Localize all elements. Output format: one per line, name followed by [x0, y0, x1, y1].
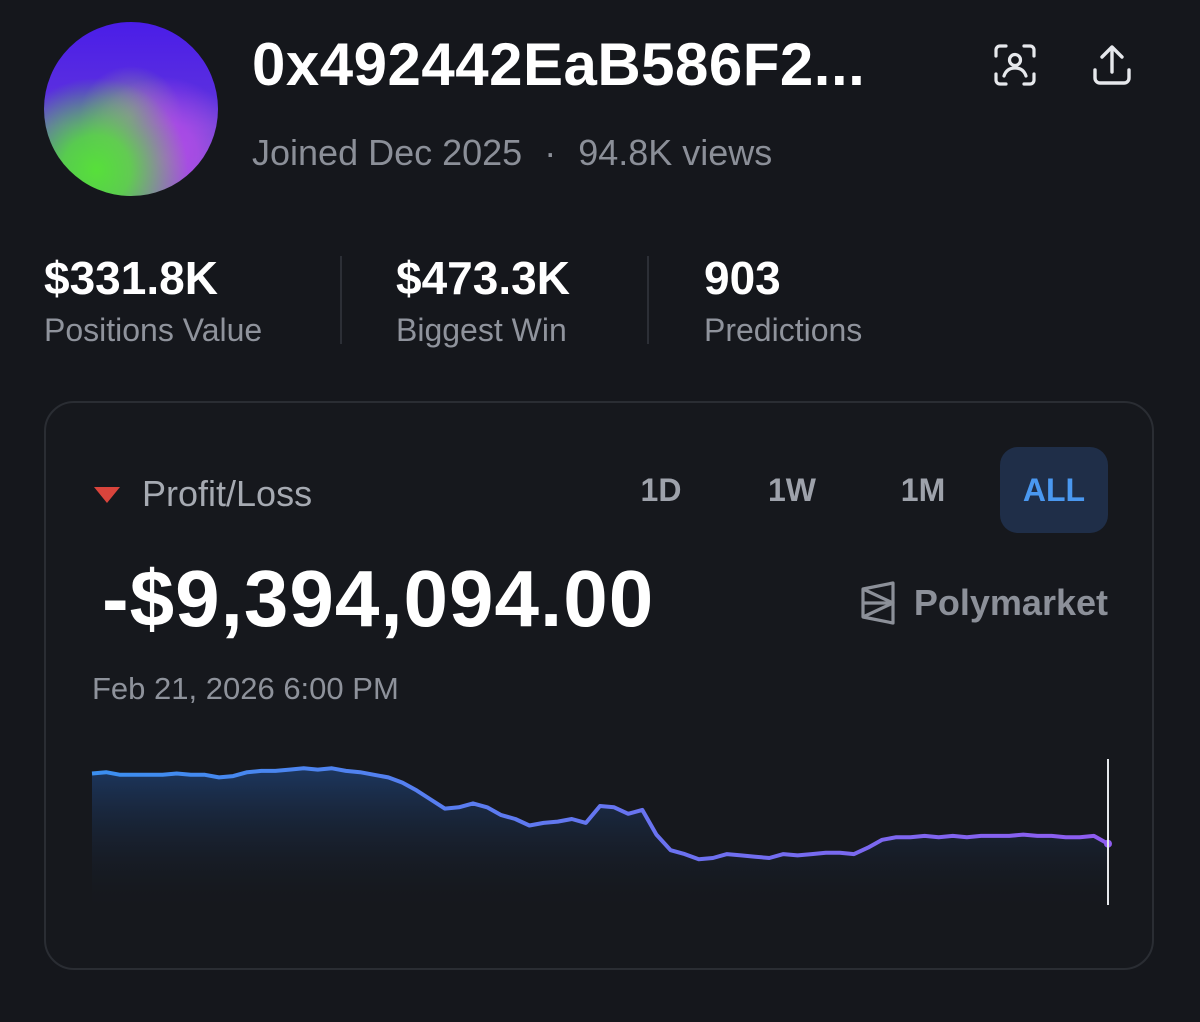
chart-area-fill — [92, 768, 1108, 913]
stat-label: Positions Value — [44, 312, 263, 348]
stat-value: $331.8K — [44, 252, 218, 304]
meta-separator: · — [544, 132, 557, 173]
view-count: 94.8K views — [578, 132, 773, 173]
stat-predictions: 903 Predictions — [704, 250, 862, 349]
pl-timestamp: Feb 21, 2026 6:00 PM — [92, 671, 399, 706]
polymarket-brand: Polymarket — [858, 581, 1108, 625]
stat-label: Biggest Win — [396, 312, 567, 348]
share-icon[interactable] — [1085, 38, 1139, 92]
tab-1d[interactable]: 1D — [607, 447, 715, 533]
stat-value: $473.3K — [396, 252, 570, 304]
pl-header: Profit/Loss — [94, 473, 312, 515]
polymarket-logo-icon — [861, 581, 895, 625]
stat-biggest-win: $473.3K Biggest Win — [396, 250, 570, 349]
pl-label: Profit/Loss — [142, 473, 313, 514]
stat-label: Predictions — [704, 312, 863, 348]
pnl-chart[interactable] — [46, 743, 1152, 923]
profile-page: 0x492442EaB586F2... Joined Dec 2025 · 94.8… — [0, 0, 1200, 1022]
profile-meta: Joined Dec 2025 · 94.8K views — [252, 132, 772, 174]
stat-value: 903 — [704, 252, 781, 304]
tab-all[interactable]: ALL — [1000, 447, 1108, 533]
brand-name: Polymarket — [913, 582, 1108, 623]
scan-profile-icon[interactable] — [988, 38, 1042, 92]
tab-1w[interactable]: 1W — [738, 447, 846, 533]
profit-loss-card: Profit/Loss 1D 1W 1M ALL -$9,394,094.00 … — [44, 401, 1154, 970]
timeframe-tabs: 1D 1W 1M ALL — [584, 447, 1108, 533]
down-triangle-icon — [94, 487, 120, 503]
tab-1m[interactable]: 1M — [869, 447, 977, 533]
stat-positions-value: $331.8K Positions Value — [44, 250, 262, 349]
stat-divider — [340, 256, 342, 344]
joined-date: Joined Dec 2025 — [252, 132, 523, 173]
wallet-address: 0x492442EaB586F2... — [252, 31, 866, 98]
stat-divider — [647, 256, 649, 344]
pl-value: -$9,394,094.00 — [102, 554, 655, 643]
avatar[interactable] — [44, 22, 218, 196]
